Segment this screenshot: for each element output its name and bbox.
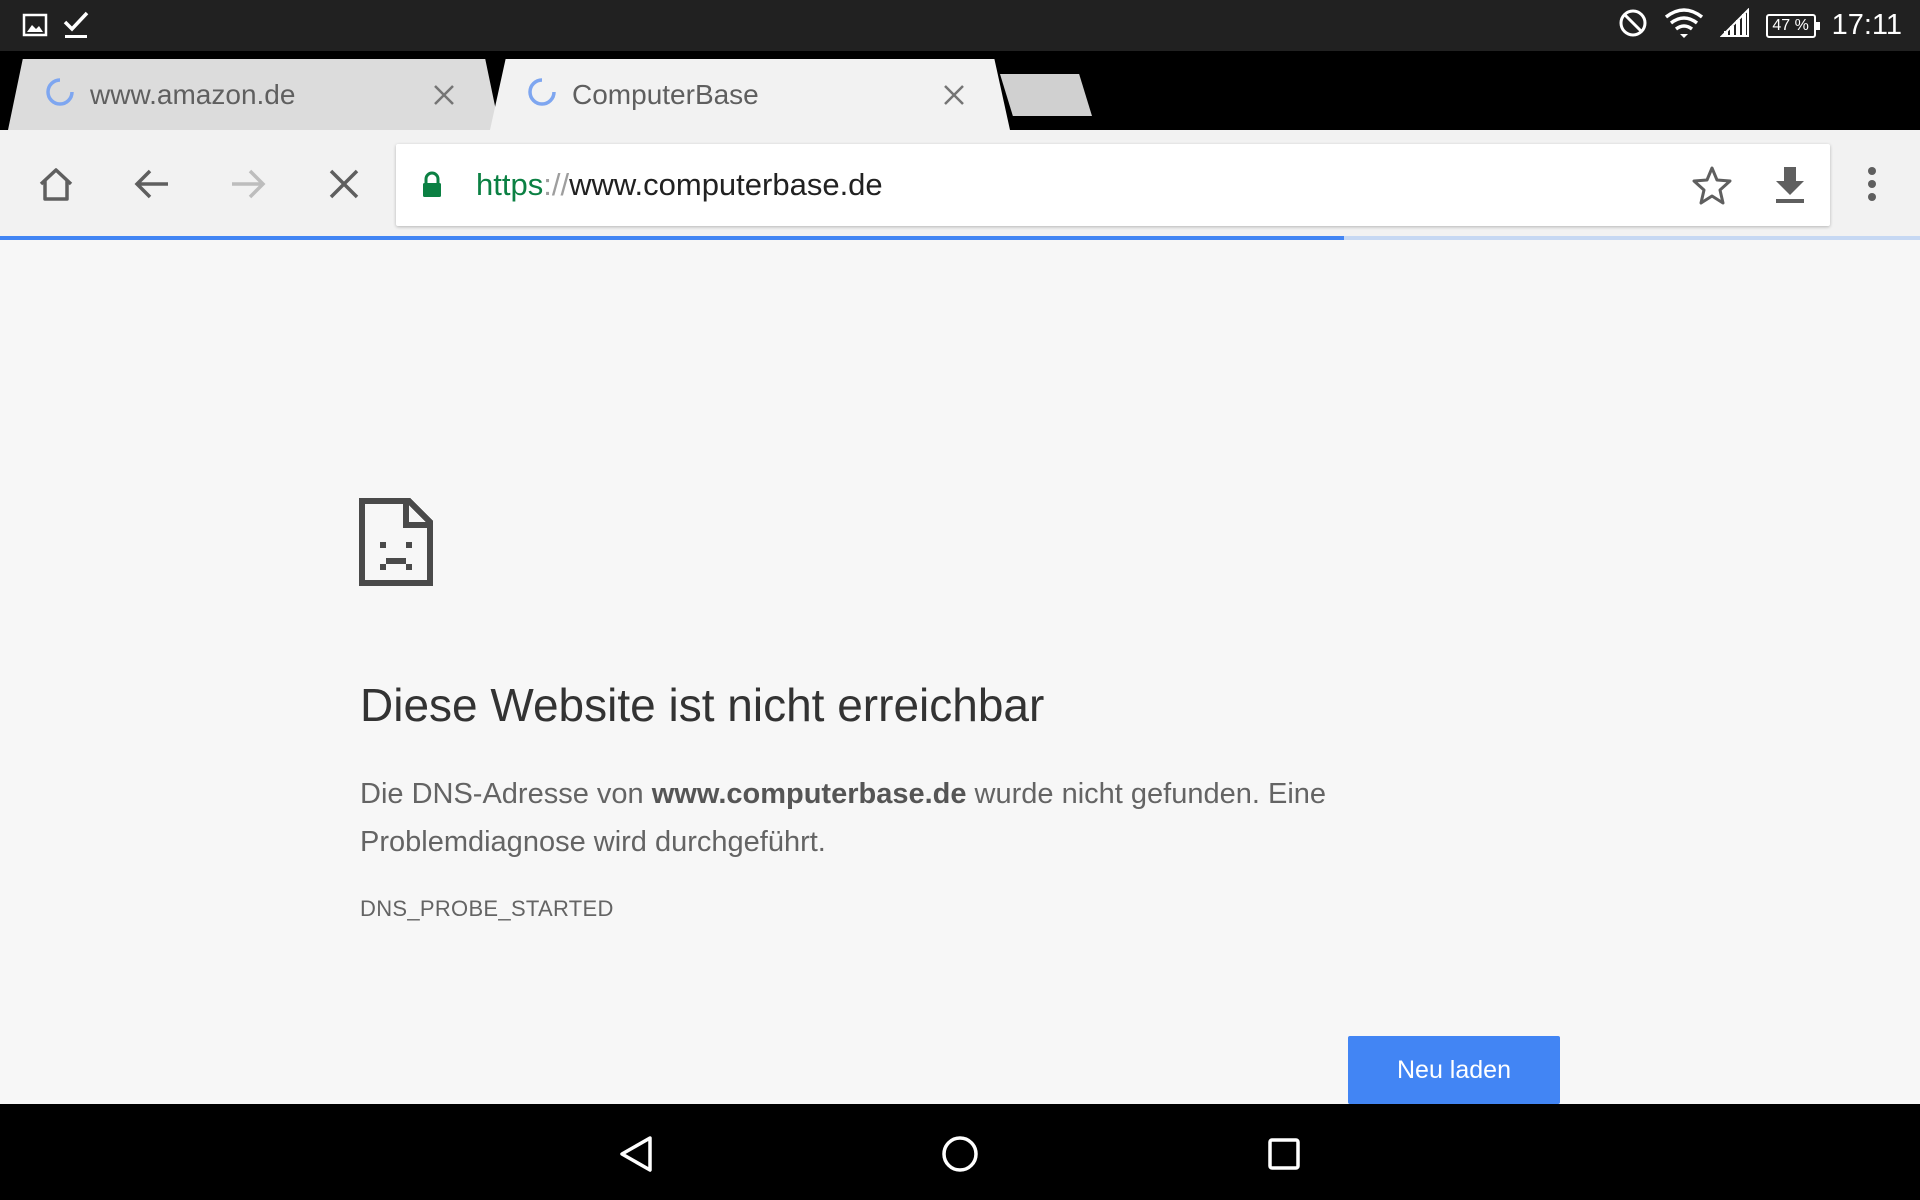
loading-spinner-icon [44,76,76,113]
close-icon [329,169,359,199]
status-bar: 47 % 17:11 [0,0,1920,51]
error-message-prefix: Die DNS-Adresse von [360,778,652,810]
status-bar-notifications [22,10,90,45]
back-triangle-icon [620,1136,652,1172]
loading-spinner-icon [526,76,558,113]
error-message: Die DNS-Adresse von www.computerbase.de … [360,770,1360,866]
close-icon [944,85,964,105]
more-vert-icon [1868,167,1876,201]
home-button[interactable] [26,154,86,214]
home-nav-button[interactable] [930,1124,990,1184]
new-tab-button[interactable] [1000,74,1092,116]
do-not-disturb-icon [1618,8,1648,43]
home-circle-icon [942,1136,978,1172]
close-tab-button[interactable] [936,77,972,113]
url-scheme: https [476,167,544,202]
tab-amazon[interactable]: www.amazon.de [8,59,500,130]
recents-nav-button[interactable] [1254,1124,1314,1184]
close-icon [434,85,454,105]
bookmark-button[interactable] [1682,155,1742,215]
status-bar-system: 47 % 17:11 [1618,0,1902,51]
tab-strip: www.amazon.de ComputerBase [0,51,1920,130]
tab-title: www.amazon.de [90,78,296,110]
url-text[interactable]: https://www.computerbase.de [476,144,883,226]
stop-loading-button[interactable] [314,154,374,214]
download-button[interactable] [1760,155,1820,215]
url-host: www.computerbase.de [569,167,883,202]
arrow-right-icon [232,169,266,199]
error-page: Diese Website ist nicht erreichbar Die D… [0,240,1920,1104]
image-icon [22,12,48,43]
error-message-host: www.computerbase.de [651,778,967,810]
back-button[interactable] [122,154,182,214]
recents-square-icon [1268,1138,1300,1170]
navigation-bar [0,1104,1920,1200]
address-bar[interactable]: https://www.computerbase.de [396,144,1830,226]
error-code: DNS_PROBE_STARTED [360,896,614,921]
signal-icon [1719,7,1750,43]
wifi-icon [1664,7,1704,44]
back-nav-button[interactable] [606,1124,666,1184]
error-heading: Diese Website ist nicht erreichbar [360,679,1045,731]
close-tab-button[interactable] [426,77,462,113]
tab-title: ComputerBase [572,78,759,110]
clock: 17:11 [1831,9,1902,41]
check-icon [62,10,90,45]
url-separator: :// [543,167,570,202]
lock-icon[interactable] [422,171,442,204]
sad-document-icon [359,498,433,591]
download-icon [1776,167,1804,203]
battery-icon: 47 % [1765,13,1820,38]
menu-button[interactable] [1842,154,1902,214]
home-icon [39,168,73,201]
forward-button[interactable] [218,154,278,214]
arrow-left-icon [134,169,168,199]
reload-button[interactable]: Neu laden [1348,1036,1560,1104]
browser-toolbar: https://www.computerbase.de [0,130,1920,238]
tab-computerbase[interactable]: ComputerBase [490,59,1010,130]
star-icon [1692,166,1732,205]
